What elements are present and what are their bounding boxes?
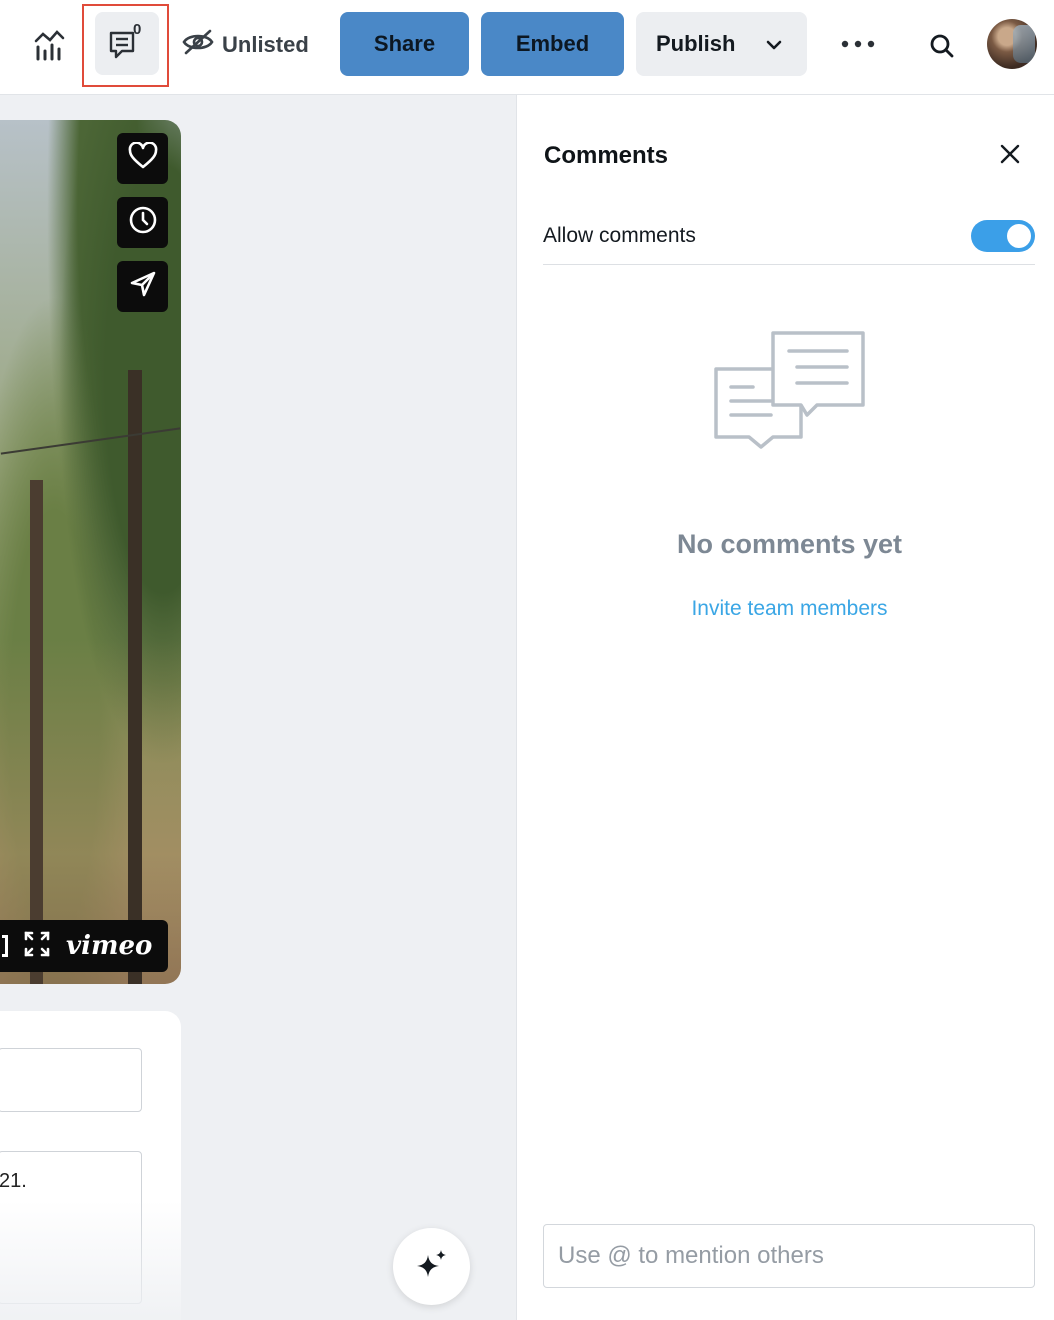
privacy-toggle[interactable]: Unlisted [182,28,309,62]
publish-label: Publish [656,31,736,56]
video-details-card: 21. [0,1011,181,1320]
vimeo-logo[interactable]: vimeo [66,931,152,961]
send-icon [129,270,157,303]
invite-team-link[interactable]: Invite team members [517,597,1054,621]
publish-button[interactable]: Publish [636,12,807,76]
empty-comments-illustration-icon [713,331,865,449]
partial-control-icon[interactable] [2,935,8,957]
share-button[interactable]: Share [340,12,469,76]
comments-panel: Comments Allow comments No comments yet … [516,95,1054,1320]
title-field[interactable] [0,1048,142,1112]
allow-comments-row: Allow comments [543,215,1035,265]
more-icon[interactable] [836,26,880,62]
privacy-label: Unlisted [222,32,309,57]
like-button[interactable] [117,133,168,184]
toggle-knob [1007,224,1031,248]
comment-count: 0 [133,21,142,38]
allow-comments-label: Allow comments [543,223,696,247]
sparkle-icon [415,1247,449,1286]
ai-assistant-button[interactable] [393,1228,470,1305]
analytics-icon[interactable] [28,24,72,68]
fullscreen-icon[interactable] [24,931,50,962]
comment-input[interactable] [543,1224,1035,1288]
chevron-down-icon [765,31,783,57]
eye-off-icon [182,29,214,61]
clock-icon [128,205,158,240]
comments-button[interactable]: 0 [95,12,159,75]
close-icon[interactable] [995,139,1025,169]
avatar[interactable] [987,19,1037,69]
video-player[interactable]: vimeo [0,120,181,984]
allow-comments-toggle[interactable] [971,220,1035,252]
video-control-bar: vimeo [0,920,168,972]
panel-title: Comments [544,142,669,169]
description-field[interactable]: 21. [0,1151,142,1304]
description-text: 21. [0,1170,27,1192]
search-icon[interactable] [920,24,964,68]
share-video-button[interactable] [117,261,168,312]
embed-button[interactable]: Embed [481,12,624,76]
watch-later-button[interactable] [117,197,168,248]
top-bar: 0 Unlisted Share Embed Publish [0,0,1054,95]
empty-state-title: No comments yet [676,529,903,559]
heart-icon [128,141,158,175]
